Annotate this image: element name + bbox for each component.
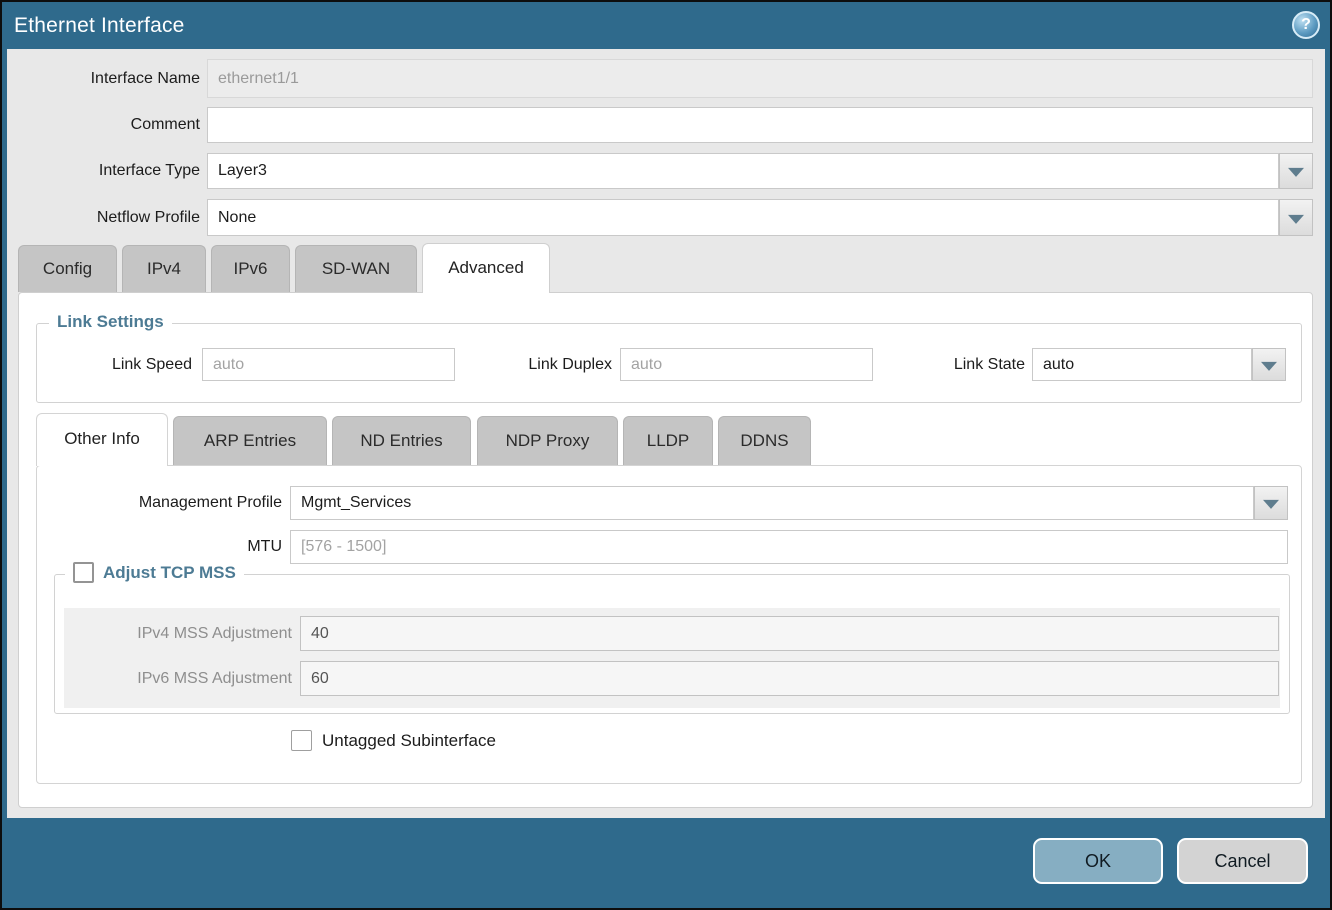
management-profile-field[interactable] (290, 486, 1254, 520)
tab-nd-entries[interactable]: ND Entries (332, 416, 471, 465)
other-info-panel: Management Profile MTU Adjust TCP MSS IP… (36, 465, 1302, 784)
interface-type-dropdown-button[interactable] (1279, 153, 1313, 189)
help-icon[interactable]: ? (1292, 11, 1320, 39)
link-state-dropdown-button[interactable] (1252, 348, 1286, 381)
adjust-tcp-mss-checkbox[interactable] (73, 562, 94, 583)
dialog-footer: OK Cancel (2, 818, 1330, 906)
tab-ndp-proxy[interactable]: NDP Proxy (477, 416, 618, 465)
tab-other-info[interactable]: Other Info (36, 413, 168, 466)
link-duplex-label: Link Duplex (492, 348, 612, 381)
mtu-label: MTU (37, 530, 282, 564)
tab-ipv4[interactable]: IPv4 (122, 245, 206, 292)
link-state-label: Link State (917, 348, 1025, 381)
ipv6-mss-label: IPv6 MSS Adjustment (64, 661, 292, 696)
tab-advanced[interactable]: Advanced (422, 243, 550, 293)
comment-field[interactable] (207, 107, 1313, 143)
netflow-profile-dropdown-button[interactable] (1279, 199, 1313, 236)
management-profile-dropdown-button[interactable] (1254, 486, 1288, 520)
help-glyph: ? (1301, 16, 1311, 33)
interface-type-label: Interface Type (7, 153, 200, 189)
link-settings-legend: Link Settings (49, 312, 172, 332)
chevron-down-icon (1288, 214, 1304, 223)
dialog-body: Interface Name Comment Interface Type Ne… (7, 49, 1325, 818)
untagged-subinterface-label: Untagged Subinterface (322, 731, 496, 751)
link-speed-label: Link Speed (57, 348, 192, 381)
cancel-button[interactable]: Cancel (1177, 838, 1308, 884)
ipv6-mss-field (300, 661, 1279, 696)
untagged-subinterface-row: Untagged Subinterface (291, 730, 496, 751)
dialog-title: Ethernet Interface (14, 2, 185, 49)
netflow-profile-label: Netflow Profile (7, 199, 200, 236)
adjust-tcp-mss-label: Adjust TCP MSS (103, 563, 236, 583)
ethernet-interface-dialog: Ethernet Interface ? Interface Name Comm… (0, 0, 1332, 910)
chevron-down-icon (1261, 361, 1277, 370)
chevron-down-icon (1263, 500, 1279, 509)
management-profile-label: Management Profile (37, 486, 282, 520)
ok-button[interactable]: OK (1033, 838, 1163, 884)
tab-ddns[interactable]: DDNS (718, 416, 811, 465)
link-duplex-field[interactable] (620, 348, 873, 381)
advanced-tab-panel: Link Settings Link Speed Link Duplex Lin… (18, 292, 1313, 808)
ipv4-mss-field (300, 616, 1279, 651)
netflow-profile-field[interactable] (207, 199, 1279, 236)
interface-name-field (207, 59, 1313, 98)
tab-lldp[interactable]: LLDP (623, 416, 713, 465)
tab-arp-entries[interactable]: ARP Entries (173, 416, 327, 465)
link-state-field[interactable] (1032, 348, 1252, 381)
adjust-tcp-mss-legend: Adjust TCP MSS (65, 562, 244, 583)
untagged-subinterface-checkbox[interactable] (291, 730, 312, 751)
tab-config[interactable]: Config (18, 245, 117, 292)
adjust-tcp-mss-fieldset: Adjust TCP MSS IPv4 MSS Adjustment IPv6 … (54, 574, 1290, 714)
mss-panel: IPv4 MSS Adjustment IPv6 MSS Adjustment (64, 608, 1280, 708)
chevron-down-icon (1288, 168, 1304, 177)
link-settings-fieldset: Link Settings Link Speed Link Duplex Lin… (36, 323, 1302, 403)
interface-type-field[interactable] (207, 153, 1279, 189)
tab-sdwan[interactable]: SD-WAN (295, 245, 417, 292)
ipv4-mss-label: IPv4 MSS Adjustment (64, 616, 292, 651)
tab-ipv6[interactable]: IPv6 (211, 245, 290, 292)
interface-name-label: Interface Name (7, 59, 200, 98)
mtu-field[interactable] (290, 530, 1288, 564)
link-speed-field[interactable] (202, 348, 455, 381)
dialog-titlebar: Ethernet Interface ? (2, 2, 1330, 49)
comment-label: Comment (7, 107, 200, 143)
